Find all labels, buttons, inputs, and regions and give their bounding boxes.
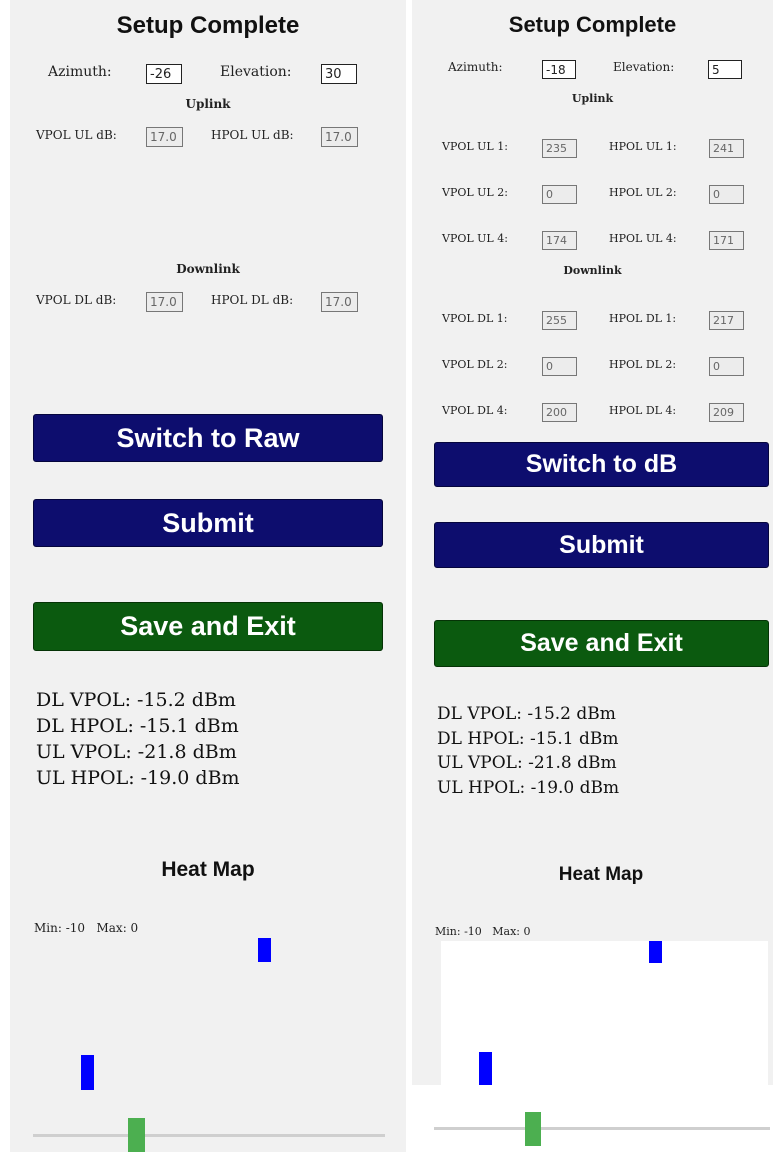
vpol-dl-2-field[interactable] (542, 357, 577, 376)
hpol-ul-1-label: HPOL UL 1: (609, 140, 677, 153)
vpol-ul-2-field[interactable] (542, 185, 577, 204)
heatmap-title: Heat Map (161, 858, 255, 881)
vpol-dl-label: VPOL DL dB: (36, 293, 117, 307)
hpol-ul-2-label: HPOL UL 2: (609, 186, 677, 199)
slider-track[interactable] (434, 1127, 770, 1130)
heatmap-area (441, 941, 768, 1108)
vpol-dl-1-label: VPOL DL 1: (442, 312, 508, 325)
hpol-ul-1-field[interactable] (709, 139, 744, 158)
save-and-exit-button[interactable]: Save and Exit (33, 602, 383, 651)
vpol-ul-1-label: VPOL UL 1: (442, 140, 508, 153)
slider-thumb[interactable] (128, 1118, 145, 1152)
azimuth-input[interactable] (146, 64, 182, 84)
hpol-dl-2-field[interactable] (709, 357, 744, 376)
dl-hpol-stat: DL HPOL: -15.1 dBm (36, 715, 239, 737)
hpol-dl-label: HPOL DL dB: (211, 293, 294, 307)
submit-button[interactable]: Submit (434, 522, 769, 568)
submit-button[interactable]: Submit (33, 499, 383, 547)
ul-vpol-stat: UL VPOL: -21.8 dBm (437, 753, 617, 773)
hpol-dl-1-label: HPOL DL 1: (609, 312, 677, 325)
page-title: Setup Complete (116, 12, 300, 39)
vpol-dl-4-field[interactable] (542, 403, 577, 422)
hpol-ul-4-label: HPOL UL 4: (609, 232, 677, 245)
signal-stats: DL VPOL: -15.2 dBm DL HPOL: -15.1 dBm UL… (36, 687, 240, 791)
azimuth-label: Azimuth: (448, 60, 503, 74)
vpol-ul-4-field[interactable] (542, 231, 577, 250)
heatmap-marker (649, 941, 662, 963)
heatmap-marker (258, 938, 271, 962)
hpol-dl-1-field[interactable] (709, 311, 744, 330)
vpol-dl-1-field[interactable] (542, 311, 577, 330)
heatmap-min-max: Min: -10 Max: 0 (435, 925, 531, 938)
hpol-ul-2-field[interactable] (709, 185, 744, 204)
switch-to-raw-button[interactable]: Switch to Raw (33, 414, 383, 462)
slider-track[interactable] (33, 1134, 385, 1137)
vpol-dl-field[interactable] (146, 292, 183, 312)
dl-vpol-stat: DL VPOL: -15.2 dBm (437, 704, 616, 724)
uplink-heading: Uplink (571, 92, 614, 105)
ul-hpol-stat: UL HPOL: -19.0 dBm (36, 767, 240, 789)
page-title: Setup Complete (508, 12, 677, 37)
setup-panel-db: Setup Complete Azimuth: Elevation: Uplin… (10, 0, 406, 1152)
hpol-ul-label: HPOL UL dB: (211, 128, 294, 142)
elevation-label: Elevation: (220, 64, 292, 80)
hpol-ul-field[interactable] (321, 127, 358, 147)
azimuth-input[interactable] (542, 60, 576, 79)
downlink-heading: Downlink (563, 264, 622, 277)
switch-to-db-button[interactable]: Switch to dB (434, 442, 769, 487)
vpol-ul-2-label: VPOL UL 2: (442, 186, 508, 199)
hpol-dl-field[interactable] (321, 292, 358, 312)
vpol-ul-label: VPOL UL dB: (36, 128, 117, 142)
vpol-dl-2-label: VPOL DL 2: (442, 358, 508, 371)
hpol-dl-4-label: HPOL DL 4: (609, 404, 677, 417)
ul-hpol-stat: UL HPOL: -19.0 dBm (437, 777, 620, 798)
uplink-heading: Uplink (185, 97, 231, 111)
hpol-ul-4-field[interactable] (709, 231, 744, 250)
vpol-ul-field[interactable] (146, 127, 183, 147)
vpol-ul-4-label: VPOL UL 4: (442, 232, 508, 245)
elevation-label: Elevation: (613, 60, 675, 74)
elevation-input[interactable] (708, 60, 742, 79)
dl-hpol-stat: DL HPOL: -15.1 dBm (437, 728, 619, 749)
vpol-dl-4-label: VPOL DL 4: (442, 404, 508, 417)
vpol-ul-1-field[interactable] (542, 139, 577, 158)
signal-stats: DL VPOL: -15.2 dBm DL HPOL: -15.1 dBm UL… (437, 702, 619, 800)
heatmap-title: Heat Map (558, 864, 644, 885)
heatmap-marker (81, 1055, 94, 1090)
heatmap-min-max: Min: -10 Max: 0 (34, 921, 139, 935)
slider-thumb[interactable] (525, 1112, 541, 1146)
elevation-input[interactable] (321, 64, 357, 84)
heatmap-marker (479, 1052, 492, 1085)
setup-panel-raw: Setup Complete Azimuth: Elevation: Uplin… (412, 0, 773, 1085)
azimuth-label: Azimuth: (48, 64, 112, 80)
hpol-dl-2-label: HPOL DL 2: (609, 358, 677, 371)
downlink-heading: Downlink (176, 262, 240, 276)
save-and-exit-button[interactable]: Save and Exit (434, 620, 769, 667)
dl-vpol-stat: DL VPOL: -15.2 dBm (36, 689, 236, 711)
ul-vpol-stat: UL VPOL: -21.8 dBm (36, 741, 237, 763)
hpol-dl-4-field[interactable] (709, 403, 744, 422)
heatmap-area (34, 935, 386, 1105)
